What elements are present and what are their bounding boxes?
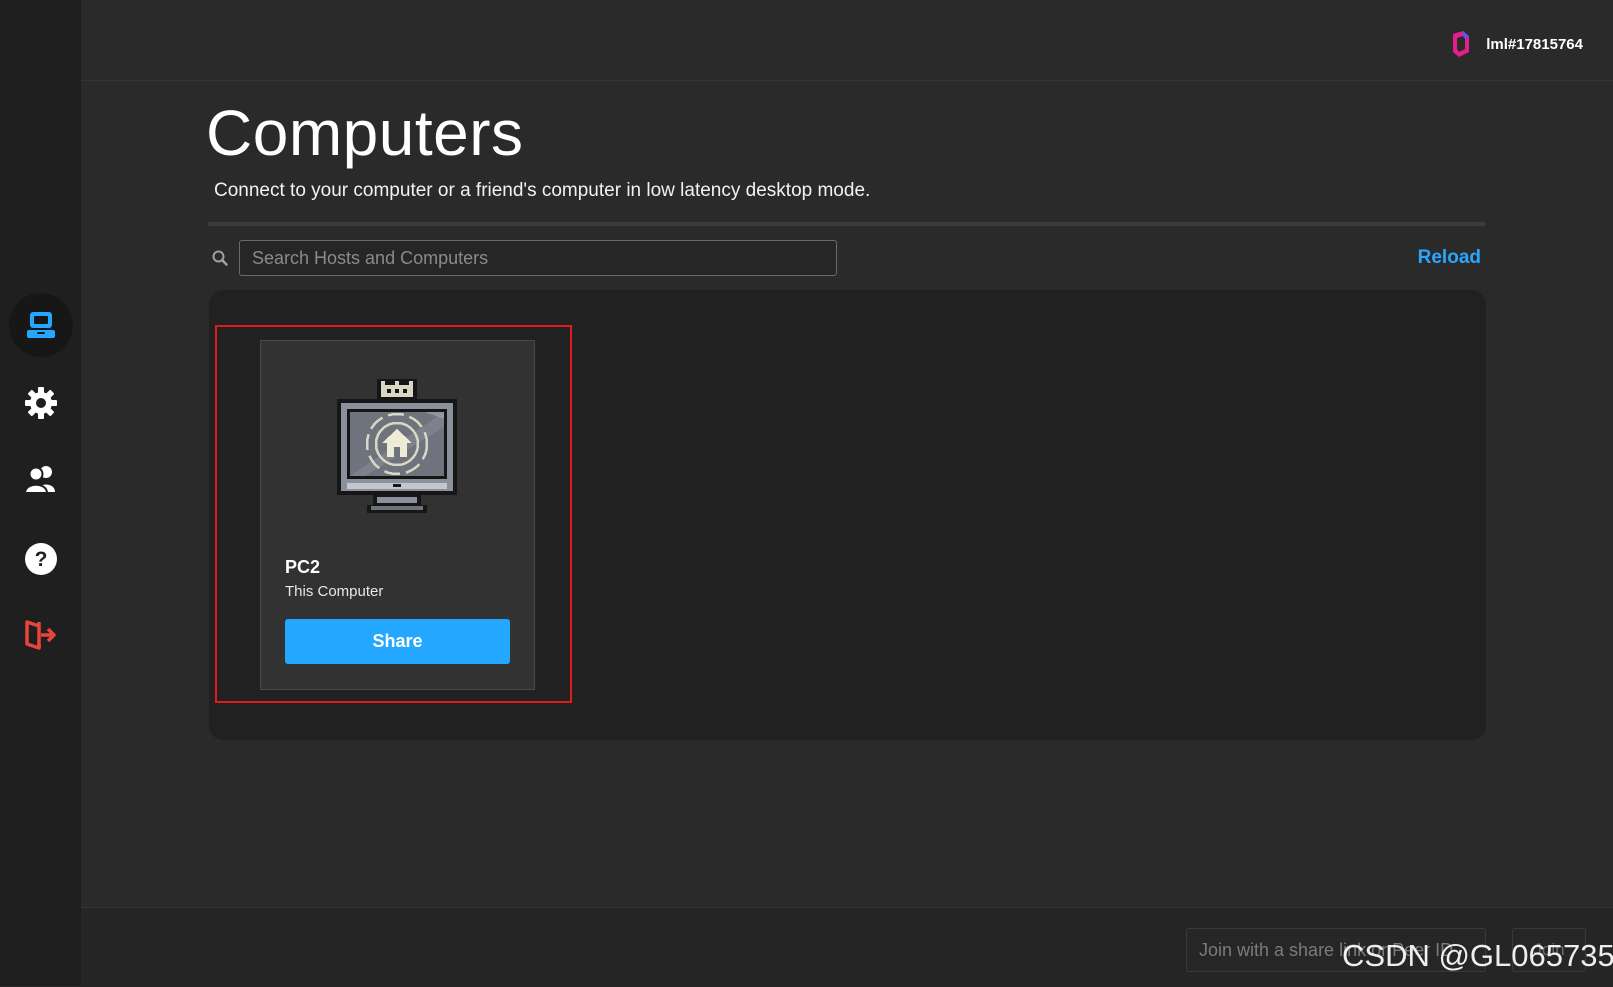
- nav-logout[interactable]: [9, 603, 73, 667]
- logout-icon: [25, 620, 56, 650]
- top-bar: lml#17815764: [81, 0, 1613, 81]
- share-button[interactable]: Share: [285, 619, 510, 664]
- home-monitor-icon: [337, 379, 457, 513]
- nav-friends[interactable]: [9, 447, 73, 511]
- nav-computers[interactable]: [9, 293, 73, 357]
- reload-button[interactable]: Reload: [1418, 247, 1481, 269]
- username: lml#17815764: [1486, 35, 1583, 53]
- help-icon: ?: [25, 543, 57, 575]
- computer-name: PC2: [285, 557, 321, 577]
- computer-description: This Computer: [285, 583, 384, 600]
- search-icon: [212, 250, 228, 266]
- gear-icon: [25, 387, 57, 419]
- page-subtitle: Connect to your computer or a friend's c…: [214, 180, 871, 201]
- friends-icon: [24, 466, 55, 494]
- nav-settings[interactable]: [9, 371, 73, 435]
- sidebar: ?: [0, 0, 81, 986]
- parsec-logo-icon: [1453, 31, 1470, 57]
- header-divider: [208, 222, 1485, 226]
- search-input[interactable]: [239, 240, 837, 276]
- svg-text:?: ?: [35, 548, 48, 571]
- nav-help[interactable]: ?: [9, 527, 73, 591]
- user-menu[interactable]: lml#17815764: [1450, 30, 1583, 58]
- watermark: CSDN @GL065735: [1342, 938, 1613, 973]
- computer-card[interactable]: PC2 This Computer Share: [260, 340, 535, 690]
- page-title: Computers: [206, 97, 524, 169]
- computer-icon: [27, 312, 55, 338]
